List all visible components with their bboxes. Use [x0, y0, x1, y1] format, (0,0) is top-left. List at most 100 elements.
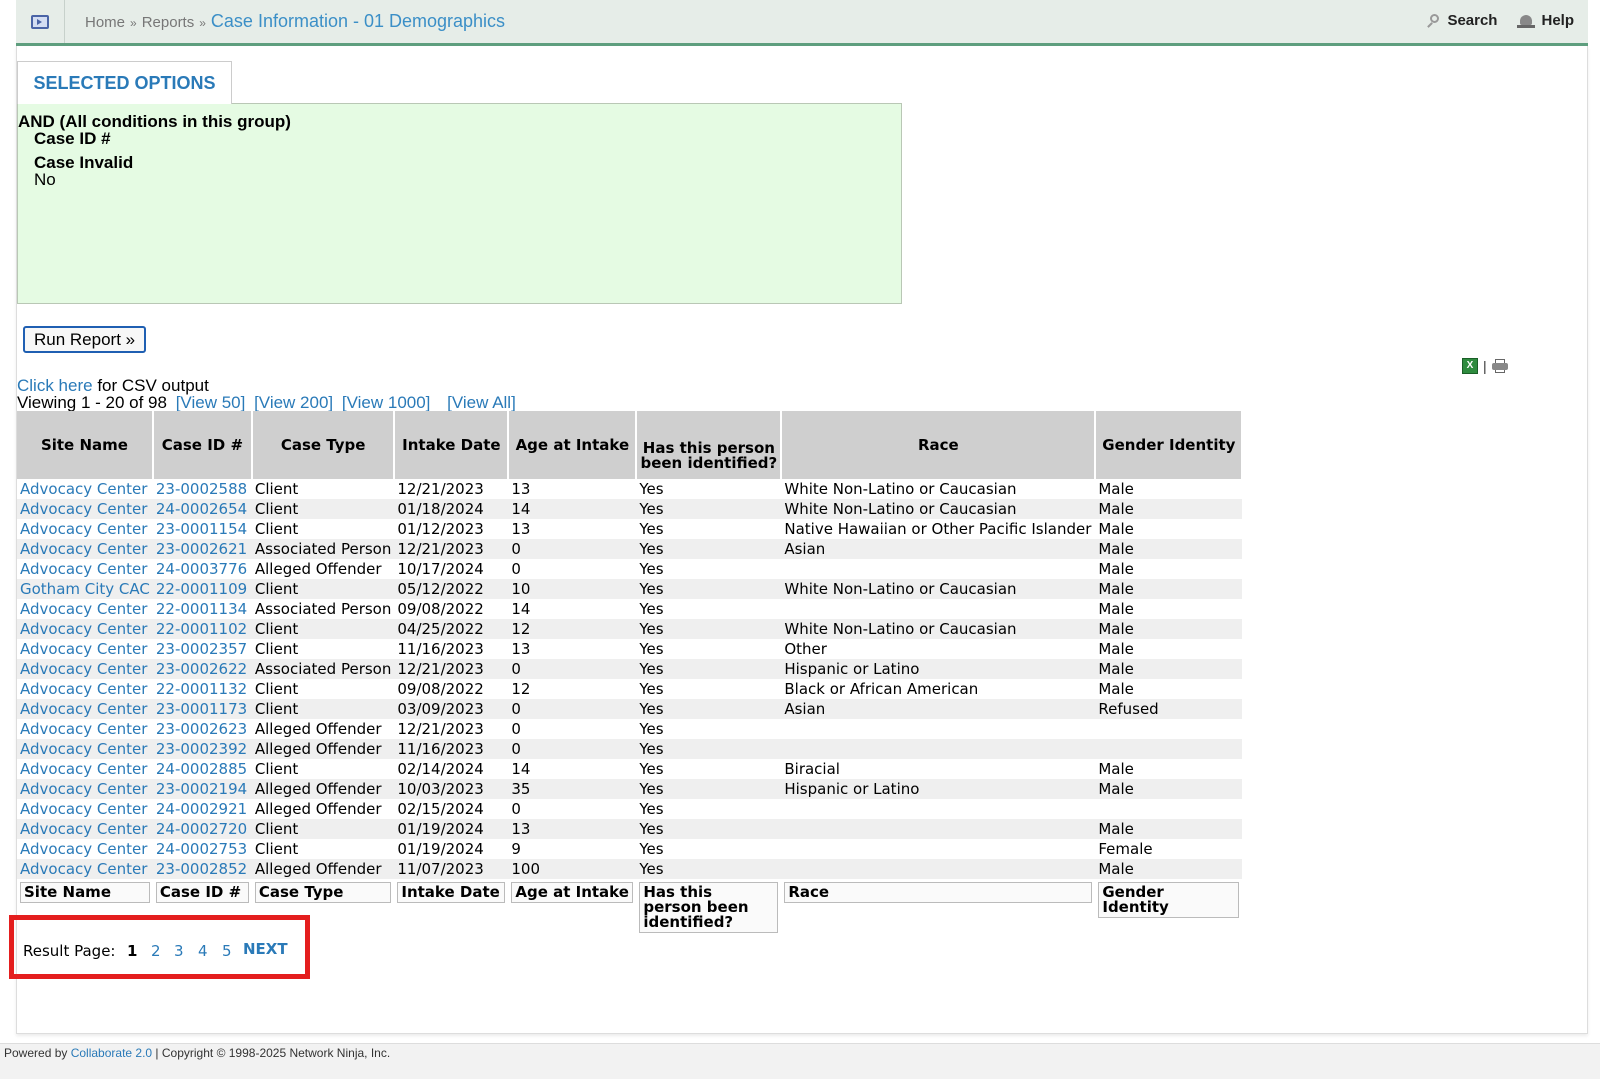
site-name-link[interactable]: Advocacy Center	[20, 540, 147, 558]
site-name-link[interactable]: Advocacy Center	[20, 480, 147, 498]
table-cell: Other	[784, 639, 827, 658]
sidebar-toggle-button[interactable]	[16, 0, 65, 43]
table-cell: 0	[511, 799, 521, 818]
pager-page-link[interactable]: 3	[174, 942, 184, 960]
case-id-link[interactable]: 24-0002921	[156, 800, 247, 818]
excel-icon[interactable]: X	[1462, 358, 1478, 374]
site-name-link[interactable]: Advocacy Center	[20, 760, 147, 778]
site-name-link[interactable]: Advocacy Center	[20, 840, 147, 858]
site-name-link[interactable]: Advocacy Center	[20, 780, 147, 798]
case-id-link[interactable]: 22-0001109	[156, 580, 247, 598]
column-header[interactable]: Case ID #	[152, 411, 253, 479]
column-header[interactable]: Case Type	[251, 411, 396, 479]
table-cell: Male	[1098, 679, 1134, 698]
run-report-button[interactable]: Run Report »	[23, 326, 147, 353]
case-id-link[interactable]: 24-0002720	[156, 820, 247, 838]
column-header[interactable]: Site Name	[17, 411, 154, 479]
case-id-link[interactable]: 23-0002357	[156, 640, 247, 658]
case-id-link[interactable]: 23-0001173	[156, 700, 247, 718]
site-name-link[interactable]: Advocacy Center	[20, 800, 147, 818]
case-id-link[interactable]: 23-0002852	[156, 860, 247, 878]
site-name-link[interactable]: Advocacy Center	[20, 700, 147, 718]
site-name-cell: Advocacy Center	[17, 539, 153, 559]
view-1000-link[interactable]: [View 1000]	[342, 393, 431, 412]
column-header[interactable]: Race	[781, 411, 1097, 479]
view-all-link[interactable]: [View All]	[447, 393, 516, 412]
case-id-link[interactable]: 23-0002392	[156, 740, 247, 758]
table-cell: Yes	[636, 619, 782, 639]
search-label: Search	[1447, 12, 1498, 29]
site-name-link[interactable]: Advocacy Center	[20, 560, 147, 578]
table-cell	[781, 819, 1096, 839]
site-name-link[interactable]: Gotham City CAC	[20, 580, 150, 598]
case-id-link[interactable]: 24-0003776	[156, 560, 247, 578]
site-name-cell: Advocacy Center	[17, 799, 153, 819]
pager-page-link[interactable]: 2	[151, 942, 161, 960]
footer-collaborate-link[interactable]: Collaborate 2.0	[71, 1046, 152, 1060]
case-id-link[interactable]: 24-0002753	[156, 840, 247, 858]
column-header[interactable]: Gender Identity	[1095, 411, 1244, 479]
column-header[interactable]: Intake Date	[394, 411, 510, 479]
table-cell: Yes	[636, 739, 782, 759]
case-id-link[interactable]: 24-0002885	[156, 760, 247, 778]
table-row: Advocacy Center 22-0001102 Client 04/25/202…	[17, 619, 1243, 639]
site-name-link[interactable]: Advocacy Center	[20, 620, 147, 638]
print-icon[interactable]	[1491, 359, 1508, 373]
pager-page-link[interactable]: 5	[222, 942, 232, 960]
site-name-link[interactable]: Advocacy Center	[20, 600, 147, 618]
case-id-link[interactable]: 22-0001132	[156, 680, 247, 698]
breadcrumb-home[interactable]: Home	[85, 14, 125, 31]
condition-value: No	[34, 170, 56, 189]
site-name-link[interactable]: Advocacy Center	[20, 680, 147, 698]
table-cell: 12/21/2023	[397, 479, 484, 498]
view-200-link[interactable]: [View 200]	[254, 393, 333, 412]
table-cell: 13	[508, 819, 637, 839]
case-id-link[interactable]: 23-0002621	[156, 540, 247, 558]
table-cell: 100	[508, 859, 637, 879]
site-name-link[interactable]: Advocacy Center	[20, 820, 147, 838]
table-cell: 0	[511, 719, 521, 738]
table-cell: 14	[511, 599, 531, 618]
table-cell: Yes	[639, 839, 664, 858]
site-name-link[interactable]: Advocacy Center	[20, 520, 147, 538]
table-cell: Yes	[636, 539, 782, 559]
table-row: Advocacy Center 24-0003776 Alleged Offende…	[17, 559, 1242, 579]
pager-label: Result Page:	[23, 942, 116, 960]
view-50-link[interactable]: [View 50]	[176, 393, 246, 412]
table-cell	[781, 859, 1096, 879]
site-name-cell: Advocacy Center	[17, 719, 153, 739]
table-cell: 14	[511, 759, 531, 778]
site-name-link[interactable]: Advocacy Center	[20, 720, 147, 738]
table-cell	[1095, 739, 1243, 759]
site-name-link[interactable]: Advocacy Center	[20, 500, 147, 518]
pager-next-link[interactable]: NEXT	[243, 940, 288, 958]
case-id-link[interactable]: 23-0002588	[156, 480, 247, 498]
case-id-link[interactable]: 22-0001102	[156, 620, 247, 638]
tab-selected-options[interactable]: SELECTED OPTIONS	[17, 61, 232, 104]
site-name-link[interactable]: Advocacy Center	[20, 660, 147, 678]
case-id-link[interactable]: 24-0002654	[156, 500, 247, 518]
case-id-link[interactable]: 23-0002194	[156, 780, 247, 798]
column-header[interactable]: Age at Intake	[508, 411, 638, 479]
case-id-link[interactable]: 23-0001154	[156, 520, 247, 538]
table-cell: Client	[254, 839, 299, 858]
case-id-cell: 23-0002194	[152, 779, 252, 799]
footer-column-header: Age at Intake	[511, 882, 634, 903]
table-cell: Associated Person	[251, 659, 395, 679]
site-name-link[interactable]: Advocacy Center	[20, 860, 147, 878]
table-row: Advocacy Center 24-0002885 Client 02/14/202…	[17, 759, 1242, 779]
table-cell: 09/08/2022	[397, 679, 484, 698]
site-name-cell: Advocacy Center	[17, 619, 153, 639]
column-header[interactable]: Has this person been identified?	[636, 411, 783, 479]
help-button[interactable]: Help	[1517, 12, 1574, 29]
case-id-link[interactable]: 22-0001134	[156, 600, 247, 618]
search-button[interactable]: Search	[1427, 12, 1497, 29]
case-id-link[interactable]: 23-0002622	[156, 660, 247, 678]
pager-page-link[interactable]: 4	[198, 942, 208, 960]
table-cell: Male	[1095, 619, 1243, 639]
site-name-link[interactable]: Advocacy Center	[20, 640, 147, 658]
case-id-link[interactable]: 23-0002623	[156, 720, 247, 738]
table-cell: 11/16/2023	[397, 639, 484, 658]
site-name-link[interactable]: Advocacy Center	[20, 740, 147, 758]
breadcrumb-reports[interactable]: Reports	[142, 14, 195, 31]
